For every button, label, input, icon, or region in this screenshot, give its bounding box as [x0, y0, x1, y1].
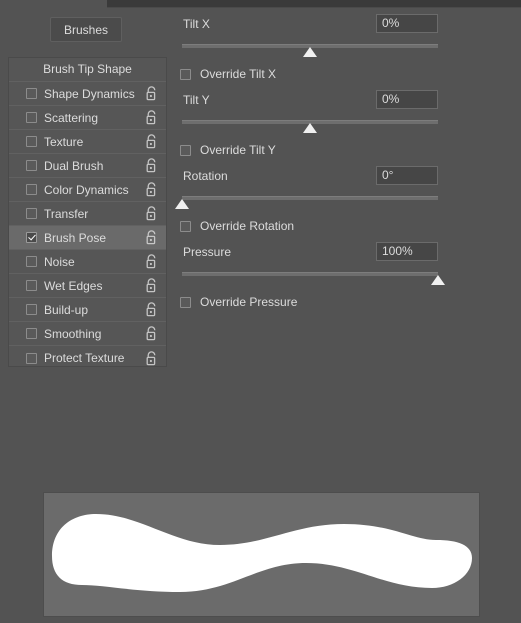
brush-setting-checkbox[interactable] — [26, 280, 37, 291]
brush-setting-row[interactable]: Scattering — [9, 106, 166, 130]
brush-setting-label: Shape Dynamics — [44, 86, 135, 101]
brush-setting-row[interactable]: Transfer — [9, 202, 166, 226]
unlock-icon[interactable] — [145, 326, 158, 341]
override-rotation-checkbox[interactable] — [180, 220, 191, 232]
brush-setting-row[interactable]: Smoothing — [9, 322, 166, 346]
unlock-icon[interactable] — [145, 86, 158, 101]
brush-setting-label: Scattering — [44, 110, 99, 125]
tilt-y-slider-thumb[interactable] — [303, 123, 317, 133]
pressure-control: Pressure 100% — [178, 242, 508, 286]
rotation-label: Rotation — [183, 169, 228, 183]
brushes-button-label: Brushes — [63, 22, 109, 37]
tilt-y-control: Tilt Y 0% — [178, 90, 508, 134]
pressure-value-field[interactable]: 100% — [376, 242, 438, 261]
brush-stroke-path — [52, 514, 472, 592]
brush-setting-label: Build-up — [44, 302, 89, 317]
brush-setting-checkbox[interactable] — [26, 232, 37, 243]
brush-setting-checkbox[interactable] — [26, 256, 37, 267]
brush-setting-row[interactable]: Noise — [9, 250, 166, 274]
unlock-icon[interactable] — [145, 158, 158, 173]
brush-tip-shape-header[interactable]: Brush Tip Shape — [9, 58, 166, 82]
brush-setting-row[interactable]: Wet Edges — [9, 274, 166, 298]
unlock-icon[interactable] — [145, 302, 158, 317]
rotation-slider[interactable] — [175, 190, 508, 210]
brush-setting-label: Dual Brush — [44, 158, 104, 173]
unlock-icon[interactable] — [145, 182, 158, 197]
tilt-y-value-field[interactable]: 0% — [376, 90, 438, 109]
tilt-x-slider[interactable] — [178, 38, 508, 58]
tilt-x-header: Tilt X 0% — [178, 14, 508, 36]
tilt-y-label: Tilt Y — [183, 93, 210, 107]
brush-setting-row[interactable]: Texture — [9, 130, 166, 154]
brush-setting-checkbox[interactable] — [26, 136, 37, 147]
tilt-x-value-field[interactable]: 0% — [376, 14, 438, 33]
brush-setting-label: Protect Texture — [44, 351, 125, 365]
pressure-slider-track[interactable] — [182, 272, 438, 276]
brush-setting-checkbox[interactable] — [26, 208, 37, 219]
panel-top-divider — [107, 0, 521, 8]
pressure-slider-thumb[interactable] — [431, 275, 445, 285]
brush-setting-checkbox[interactable] — [26, 112, 37, 123]
brush-setting-checkbox[interactable] — [26, 352, 37, 364]
pressure-header: Pressure 100% — [178, 242, 508, 264]
brush-setting-row[interactable]: Color Dynamics — [9, 178, 166, 202]
override-rotation-row[interactable]: Override Rotation — [178, 216, 508, 236]
brush-setting-label: Smoothing — [44, 326, 102, 341]
tilt-x-control: Tilt X 0% — [178, 14, 508, 58]
rotation-slider-track[interactable] — [182, 196, 438, 200]
unlock-icon[interactable] — [145, 206, 158, 221]
unlock-icon[interactable] — [145, 278, 158, 293]
rotation-value-field[interactable]: 0° — [376, 166, 438, 185]
brush-setting-row[interactable]: Protect Texture — [9, 346, 166, 370]
rotation-control: Rotation 0° — [175, 166, 508, 210]
brushes-button[interactable]: Brushes — [50, 17, 122, 42]
override-tilt-x-label: Override Tilt X — [200, 67, 277, 81]
brush-setting-label: Transfer — [44, 206, 89, 221]
brush-setting-row[interactable]: Brush Pose — [9, 226, 166, 250]
tilt-x-slider-thumb[interactable] — [303, 47, 317, 57]
rotation-slider-thumb[interactable] — [175, 199, 189, 209]
tilt-x-label: Tilt X — [183, 17, 210, 31]
override-pressure-row[interactable]: Override Pressure — [178, 292, 508, 312]
override-tilt-y-checkbox[interactable] — [180, 144, 191, 156]
brush-setting-row[interactable]: Build-up — [9, 298, 166, 322]
brush-setting-row[interactable]: Shape Dynamics — [9, 82, 166, 106]
brush-setting-label: Color Dynamics — [44, 182, 129, 197]
brush-setting-checkbox[interactable] — [26, 160, 37, 171]
brush-pose-controls: Tilt X 0% Override Tilt X Tilt Y 0% Over… — [175, 14, 508, 318]
brush-setting-label: Wet Edges — [44, 278, 103, 293]
brush-setting-label: Texture — [44, 134, 84, 149]
brush-setting-checkbox[interactable] — [26, 88, 37, 99]
brush-setting-row[interactable]: Dual Brush — [9, 154, 166, 178]
rotation-header: Rotation 0° — [178, 166, 508, 188]
override-tilt-y-row[interactable]: Override Tilt Y — [178, 140, 508, 160]
brush-setting-checkbox[interactable] — [26, 328, 37, 339]
unlock-icon[interactable] — [145, 134, 158, 149]
brush-setting-checkbox[interactable] — [26, 304, 37, 315]
override-pressure-label: Override Pressure — [200, 295, 298, 309]
pressure-label: Pressure — [183, 245, 232, 259]
brush-setting-label: Brush Pose — [44, 230, 107, 245]
override-pressure-checkbox[interactable] — [180, 296, 191, 308]
brush-setting-checkbox[interactable] — [26, 184, 37, 195]
brush-stroke-preview — [43, 492, 480, 617]
unlock-icon[interactable] — [145, 350, 158, 366]
override-rotation-label: Override Rotation — [200, 219, 295, 233]
unlock-icon[interactable] — [145, 254, 158, 269]
override-tilt-x-checkbox[interactable] — [180, 68, 191, 80]
override-tilt-x-row[interactable]: Override Tilt X — [178, 64, 508, 84]
unlock-icon[interactable] — [145, 110, 158, 125]
brush-settings-list: Brush Tip Shape Shape Dynamics Scattering… — [8, 57, 167, 367]
pressure-slider[interactable] — [178, 266, 508, 286]
tilt-y-header: Tilt Y 0% — [178, 90, 508, 112]
unlock-icon[interactable] — [145, 230, 158, 245]
tilt-y-slider[interactable] — [178, 114, 508, 134]
brush-setting-label: Noise — [44, 254, 75, 269]
override-tilt-y-label: Override Tilt Y — [200, 143, 276, 157]
